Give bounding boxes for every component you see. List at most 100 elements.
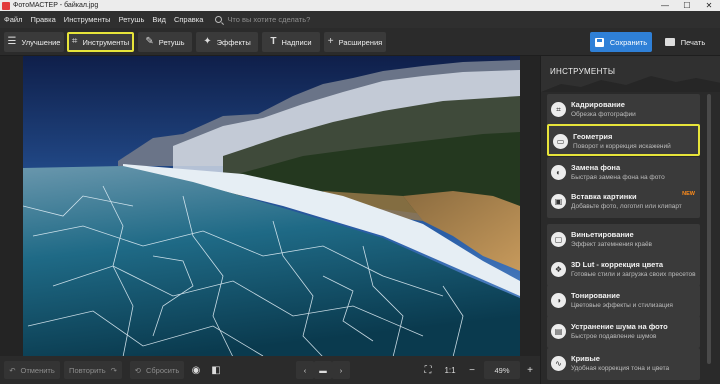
sliders-icon: ☰ (7, 36, 17, 47)
text-icon: T (270, 36, 277, 47)
tool-title: Устранение шума на фото (571, 322, 668, 331)
tool-crop[interactable]: ⌗ Кадрирование Обрезка фотографии (547, 94, 700, 126)
menu-file[interactable]: Файл (4, 15, 22, 24)
tool-desc: Готовые стили и загрузка своих пресетов (571, 271, 696, 278)
window-title: ФотоМАСТЕР - байкал.jpg (13, 2, 99, 9)
fit-screen-icon[interactable]: ⛶ (420, 361, 436, 379)
main-toolbar: ☰ Улучшение ⌗ Инструменты ✎ Ретушь ✦ Эфф… (0, 28, 720, 56)
app-logo-icon (2, 1, 10, 10)
lake-baikal-photo (23, 56, 520, 357)
menu-retouch[interactable]: Ретушь (119, 15, 145, 24)
menu-view[interactable]: Вид (152, 15, 166, 24)
tool-insert-image[interactable]: ▣ Вставка картинки Добавьте фото, логоти… (547, 186, 700, 218)
save-button[interactable]: Сохранить (590, 32, 652, 52)
toning-icon: ◑ (551, 293, 566, 308)
tool-toning[interactable]: ◑ Тонирование Цветовые эффекты и стилиза… (547, 285, 700, 317)
prev-image-button[interactable]: ‹ (296, 361, 314, 379)
close-button[interactable]: ✕ (698, 0, 720, 11)
zoom-in-icon[interactable]: + (522, 361, 538, 379)
tool-background-replace[interactable]: ◐ Замена фона Быстрая замена фона на фот… (547, 157, 700, 189)
redo-label: Повторить (69, 365, 106, 375)
search-icon (215, 16, 223, 23)
panel-title: ИНСТРУМЕНТЫ (550, 67, 616, 76)
menu-edit[interactable]: Правка (30, 15, 55, 24)
print-button-label: Печать (680, 37, 706, 47)
tool-curves[interactable]: ∿ Кривые Удобная коррекция тона и цвета (547, 348, 700, 380)
tool-desc: Обрезка фотографии (571, 111, 636, 118)
plus-icon: + (327, 36, 334, 47)
tab-extensions[interactable]: + Расширения (324, 32, 386, 52)
tool-desc: Добавьте фото, логотип или клипарт (571, 203, 682, 210)
bottom-bar: ↶ Отменить Повторить ↷ ⟲ Сбросить ◉ ◧ ‹ … (0, 356, 540, 384)
panel-scrollbar[interactable] (706, 94, 712, 384)
menu-tools[interactable]: Инструменты (64, 15, 111, 24)
tool-3d-lut[interactable]: ❖ 3D Lut - коррекция цвета Готовые стили… (547, 254, 700, 286)
open-folder-button[interactable]: ▬ (314, 361, 332, 379)
undo-button[interactable]: ↶ Отменить (4, 361, 60, 379)
print-button[interactable]: Печать (656, 32, 714, 52)
image-canvas[interactable] (0, 56, 540, 357)
insert-image-icon: ▣ (551, 194, 566, 209)
lut-icon: ❖ (551, 262, 566, 277)
tool-desc: Эффект затемнения краёв (571, 241, 653, 248)
eye-icon[interactable]: ◉ (188, 361, 204, 379)
chevron-right-icon: › (339, 365, 343, 375)
tab-effects[interactable]: ✦ Эффекты (196, 32, 258, 52)
tool-title: 3D Lut - коррекция цвета (571, 260, 664, 269)
folder-icon: ▬ (319, 365, 327, 375)
tool-desc: Цветовые эффекты и стилизация (571, 302, 673, 309)
reset-button[interactable]: ⟲ Сбросить (130, 361, 184, 379)
tab-tools-label: Инструменты (82, 37, 130, 47)
undo-icon: ↶ (9, 365, 16, 375)
next-image-button[interactable]: › (332, 361, 350, 379)
geometry-icon: ▭ (553, 134, 568, 149)
redo-icon: ↷ (110, 365, 117, 375)
printer-icon (664, 38, 675, 46)
zoom-level[interactable]: 49% (484, 361, 520, 379)
magic-wand-icon: ✦ (203, 36, 212, 47)
crop-icon: ⌗ (71, 36, 78, 47)
curves-icon: ∿ (551, 356, 566, 371)
background-replace-icon: ◐ (551, 165, 566, 180)
tool-title: Вставка картинки (571, 192, 637, 201)
tab-retouch[interactable]: ✎ Ретушь (138, 32, 192, 52)
tool-title: Кривые (571, 354, 600, 363)
scrollbar-thumb[interactable] (707, 94, 711, 364)
tool-title: Кадрирование (571, 100, 625, 109)
panel-header: ИНСТРУМЕНТЫ (541, 56, 720, 92)
maximize-button[interactable]: ☐ (676, 0, 698, 11)
tab-effects-label: Эффекты (216, 37, 251, 47)
actual-size-button[interactable]: 1:1 (442, 361, 458, 379)
search-box[interactable]: Что вы хотите сделать? (215, 15, 310, 24)
tab-enhance-label: Улучшение (21, 37, 61, 47)
tab-tools[interactable]: ⌗ Инструменты (67, 32, 134, 52)
denoise-icon: ▤ (551, 324, 566, 339)
photo-preview[interactable] (23, 56, 520, 357)
tab-retouch-label: Ретушь (158, 37, 185, 47)
chevron-left-icon: ‹ (303, 365, 307, 375)
undo-label: Отменить (20, 365, 55, 375)
menu-bar: Файл Правка Инструменты Ретушь Вид Справ… (0, 11, 720, 28)
redo-button[interactable]: Повторить ↷ (64, 361, 122, 379)
reset-icon: ⟲ (134, 365, 141, 375)
title-bar: ФотоМАСТЕР - байкал.jpg — ☐ ✕ (0, 0, 720, 11)
tool-denoise[interactable]: ▤ Устранение шума на фото Быстрое подавл… (547, 316, 700, 348)
menu-help[interactable]: Справка (174, 15, 203, 24)
tool-title: Замена фона (571, 163, 621, 172)
minimize-button[interactable]: — (654, 0, 676, 11)
tool-geometry[interactable]: ▭ Геометрия Поворот и коррекция искажени… (547, 124, 700, 156)
brush-icon: ✎ (145, 36, 154, 47)
tab-text-label: Надписи (281, 37, 312, 47)
tools-panel: ИНСТРУМЕНТЫ ⌗ Кадрирование Обрезка фотог… (540, 56, 720, 384)
tool-title: Виньетирование (571, 230, 634, 239)
save-icon (594, 37, 604, 47)
tab-text[interactable]: T Надписи (262, 32, 320, 52)
tab-enhance[interactable]: ☰ Улучшение (4, 32, 64, 52)
zoom-out-icon[interactable]: − (464, 361, 480, 379)
compare-icon[interactable]: ◧ (208, 361, 224, 379)
tab-extensions-label: Расширения (338, 37, 383, 47)
tool-desc: Удобная коррекция тона и цвета (571, 365, 670, 372)
tool-vignette[interactable]: ▢ Виньетирование Эффект затемнения краёв (547, 224, 700, 256)
tool-title: Геометрия (573, 132, 613, 141)
tool-desc: Быстрая замена фона на фото (571, 174, 665, 181)
